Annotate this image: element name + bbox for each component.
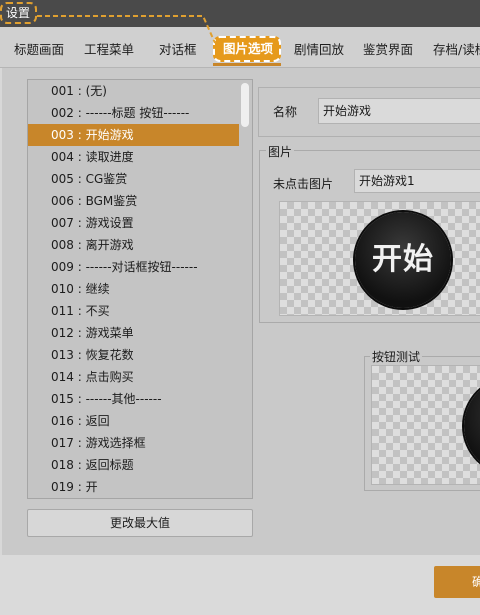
image-preview: 开始 (279, 201, 480, 316)
unclicked-image-label: 未点击图片 (273, 177, 334, 191)
tab-image-options[interactable]: 图片选项 (213, 36, 281, 62)
footer (0, 555, 480, 615)
list-item[interactable]: 006 : BGM鉴赏 (28, 190, 239, 212)
button-test-title: 按钮测试 (370, 348, 423, 365)
list-item[interactable]: 010 : 继续 (28, 278, 239, 300)
start-button-image: 开始 (355, 212, 451, 308)
list-item[interactable]: 015 : ------其他------ (28, 388, 239, 410)
tab-project-menu[interactable]: 工程菜单 (84, 40, 134, 60)
window-title: 设置 (6, 6, 31, 20)
unclicked-image-select[interactable]: 开始游戏1 (354, 169, 480, 193)
list-item[interactable]: 009 : ------对话框按钮------ (28, 256, 239, 278)
ok-button[interactable]: 确定 (434, 566, 480, 598)
list-item[interactable]: 008 : 离开游戏 (28, 234, 239, 256)
test-button-image[interactable] (464, 378, 480, 474)
list-item[interactable]: 004 : 读取进度 (28, 146, 239, 168)
active-tab-indicator (213, 63, 281, 66)
button-test-preview[interactable] (371, 365, 480, 485)
list-item[interactable]: 007 : 游戏设置 (28, 212, 239, 234)
list-item[interactable]: 012 : 游戏菜单 (28, 322, 239, 344)
tab-title-screen[interactable]: 标题画面 (14, 40, 64, 60)
list-item[interactable]: 011 : 不买 (28, 300, 239, 322)
scroll-thumb[interactable] (241, 83, 249, 127)
list-item[interactable]: 018 : 返回标题 (28, 454, 239, 476)
list-item[interactable]: 013 : 恢复花数 (28, 344, 239, 366)
list-item[interactable]: 005 : CG鉴赏 (28, 168, 239, 190)
title-bar: 设置 (0, 0, 480, 27)
change-max-button[interactable]: 更改最大值 (27, 509, 253, 537)
list-scrollbar[interactable] (240, 80, 252, 498)
tab-save-load[interactable]: 存档/读档 (433, 40, 480, 60)
tab-story-replay[interactable]: 剧情回放 (294, 40, 344, 60)
tab-dialog-box[interactable]: 对话框 (159, 40, 197, 60)
list-item[interactable]: 017 : 游戏选择框 (28, 432, 239, 454)
list-item[interactable]: 002 : ------标题 按钮------ (28, 102, 239, 124)
name-input[interactable]: 开始游戏 (318, 98, 480, 124)
list-item[interactable]: 014 : 点击购买 (28, 366, 239, 388)
tab-gallery[interactable]: 鉴赏界面 (363, 40, 413, 60)
tab-image-options-label: 图片选项 (223, 41, 274, 56)
list-item[interactable]: 003 : 开始游戏 (28, 124, 239, 146)
list-item[interactable]: 019 : 开 (28, 476, 239, 498)
image-group-title: 图片 (266, 143, 295, 160)
list-item[interactable]: 016 : 返回 (28, 410, 239, 432)
list-item[interactable]: 001 : (无) (28, 80, 239, 102)
name-label: 名称 (273, 105, 298, 119)
button-list[interactable]: 001 : (无) 002 : ------标题 按钮------ 003 : 开始… (27, 79, 253, 499)
